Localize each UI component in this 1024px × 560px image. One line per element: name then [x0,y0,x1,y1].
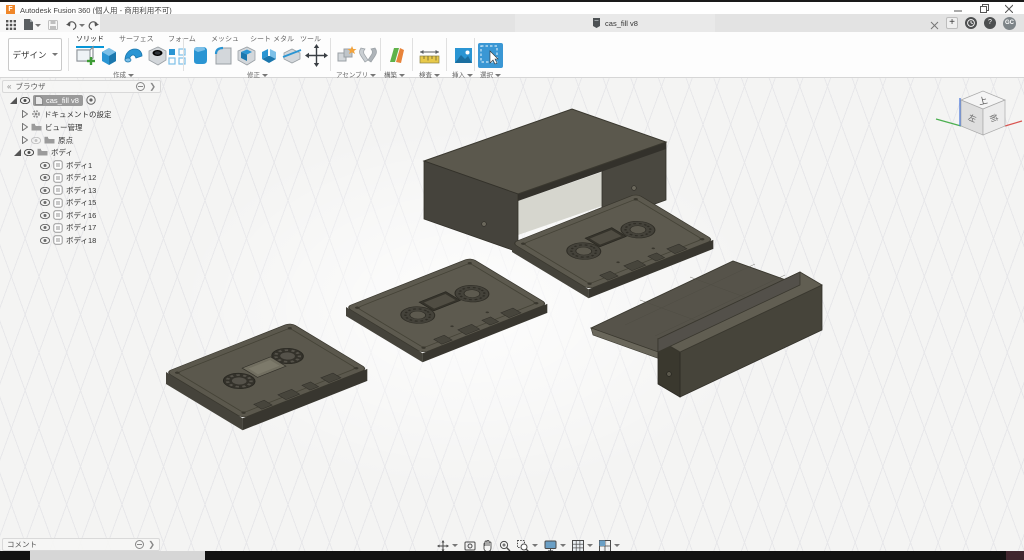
viewport-canvas[interactable]: 上 左 前 « ブラウザ ❯ cas_fill v8 ドキュメントの設定 ビュー… [0,78,1024,551]
fusion-logo-icon: F [6,5,15,14]
browser-root-row[interactable]: cas_fill v8 [10,94,96,106]
press-pull-icon[interactable] [189,44,212,72]
minimize-panel-icon[interactable] [136,82,145,91]
browser-item-origin[interactable]: 原点 [22,134,73,146]
select-tool-button[interactable] [478,43,503,68]
title-bar: F Autodesk Fusion 360 (個人用 - 商用利用不可) [0,0,1024,14]
browser-item-document-settings[interactable]: ドキュメントの設定 [22,108,112,120]
activate-radio-icon[interactable] [86,95,96,105]
document-tab-label: cas_fill v8 [605,19,638,28]
selected-root-chip[interactable]: cas_fill v8 [33,95,83,106]
collapsed-arrow-icon[interactable] [22,136,28,144]
visibility-eye-icon[interactable] [40,187,50,194]
viewports-icon[interactable] [599,540,620,552]
visibility-eye-icon[interactable] [40,174,50,181]
visibility-eye-icon[interactable] [40,162,50,169]
collapsed-arrow-icon[interactable] [22,110,28,118]
expanded-arrow-icon[interactable] [10,97,17,104]
browser-body-row[interactable]: ボディ16 [40,209,96,221]
document-tab[interactable]: cas_fill v8 [515,14,715,32]
browser-item-view-management[interactable]: ビュー管理 [22,121,83,133]
create-sketch-icon[interactable] [74,44,97,72]
browser-panel-header[interactable]: « ブラウザ ❯ [2,80,161,93]
body-icon [53,210,63,220]
orbit-icon[interactable] [437,540,458,552]
document-icon [592,18,601,28]
collapse-panel-icon[interactable]: « [7,83,11,91]
app-bar: cas_fill v8 + ? GC [0,14,1024,32]
model-scene: 上 左 前 [0,78,1024,551]
browser-body-row[interactable]: ボディ1 [40,159,92,171]
visibility-eye-icon[interactable] [40,237,50,244]
view-cube[interactable]: 上 左 前 [936,91,1022,135]
visibility-eye-icon[interactable] [40,224,50,231]
new-component-icon[interactable] [335,44,357,72]
pattern-icon[interactable] [167,44,187,72]
visibility-eye-icon[interactable] [24,149,34,156]
body-icon [53,160,63,170]
body-icon [53,173,63,183]
body-icon [53,235,63,245]
collapsed-arrow-icon[interactable] [22,123,28,131]
extrude-icon[interactable] [98,44,121,72]
design-menu-label: デザイン [12,49,46,61]
browser-body-row[interactable]: ボディ17 [40,222,96,234]
fillet-icon[interactable] [212,44,235,72]
body-icon [53,223,63,233]
ribbon-toolbar: デザイン ソリッド サーフェス フォーム メッシュ シート メタル ツール 作成 [0,32,1024,78]
sweep-icon[interactable] [122,44,145,72]
visibility-eye-off-icon[interactable] [31,137,41,144]
zoom-window-icon[interactable] [517,540,538,552]
visibility-eye-icon[interactable] [40,212,50,219]
visibility-eye-icon[interactable] [20,97,30,104]
measure-icon[interactable] [418,44,441,72]
bottom-bar-right-segment [1006,551,1024,560]
display-settings-icon[interactable] [544,540,566,552]
zoom-icon[interactable] [499,540,511,552]
browser-body-row[interactable]: ボディ12 [40,172,96,184]
grid-settings-icon[interactable] [572,540,593,552]
help-icon[interactable]: ? [984,17,996,29]
browser-item-bodies-folder[interactable]: ボディ [14,146,73,158]
job-status-icon[interactable] [965,17,977,29]
document-icon [35,96,43,105]
construction-plane-icon[interactable] [385,44,408,72]
user-avatar[interactable]: GC [1003,17,1016,30]
combine-icon[interactable] [258,44,281,72]
move-icon[interactable] [305,44,328,72]
split-body-icon[interactable] [281,44,304,72]
body-icon [53,198,63,208]
shell-icon[interactable] [235,44,258,72]
expanded-arrow-icon[interactable] [14,149,21,156]
browser-body-row[interactable]: ボディ18 [40,234,96,246]
panel-resize-handle-icon[interactable]: ❯ [149,83,156,91]
workspace-design-menu[interactable]: デザイン [8,38,62,71]
bottom-bar [0,551,1024,560]
browser-body-row[interactable]: ボディ15 [40,197,96,209]
document-tab-strip: cas_fill v8 [100,14,1024,32]
pan-hand-icon[interactable] [482,540,493,552]
browser-body-row[interactable]: ボディ13 [40,184,96,196]
look-at-icon[interactable] [464,540,476,551]
comments-panel[interactable]: コメント ❯ [2,538,160,551]
new-tab-button[interactable]: + [946,17,958,29]
hole-icon[interactable] [146,44,169,72]
insert-image-icon[interactable] [452,44,475,72]
minimize-panel-icon[interactable] [135,540,144,549]
joint-icon[interactable] [357,44,379,72]
body-icon [53,185,63,195]
folder-icon [31,123,42,131]
folder-icon [37,148,48,156]
cassette-center-body[interactable] [346,258,547,363]
gear-icon [31,109,41,119]
timeline-strip[interactable] [30,551,205,560]
panel-resize-handle-icon[interactable]: ❯ [148,541,155,549]
visibility-eye-icon[interactable] [40,199,50,206]
cassette-left-body[interactable] [166,323,367,431]
folder-icon [44,136,55,144]
browser-panel-title: ブラウザ [15,81,132,92]
comments-label: コメント [7,539,131,550]
